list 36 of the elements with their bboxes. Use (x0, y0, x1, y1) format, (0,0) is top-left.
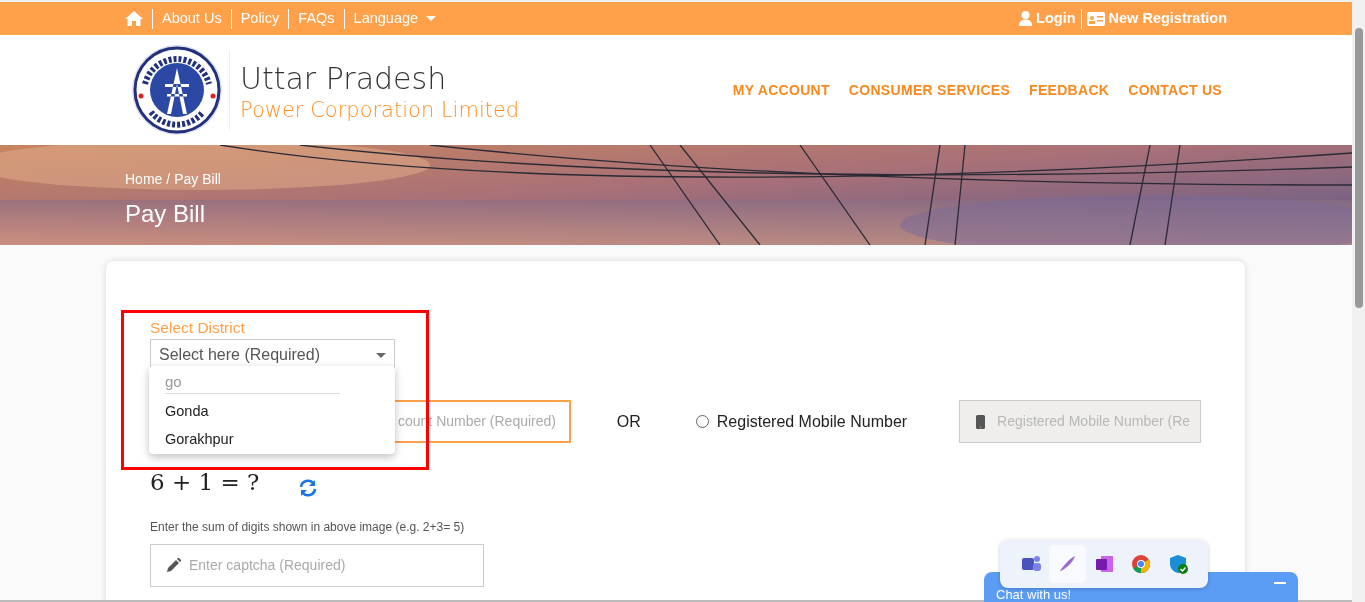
id-card-icon (1086, 11, 1105, 26)
scrollbar[interactable] (1352, 0, 1365, 602)
field-label: Select District (150, 318, 246, 338)
registration-link[interactable]: New Registration (1108, 7, 1227, 30)
nav-link[interactable]: Policy (240, 7, 280, 30)
breadcrumb-separator: / (166, 170, 171, 189)
captcha-image: 6 + 1 = ? (150, 468, 260, 498)
breadcrumb-link[interactable]: Home (125, 169, 163, 190)
caret-icon (376, 352, 386, 358)
main-nav-link[interactable]: FEEDBACK (1029, 79, 1110, 101)
pencil-icon (167, 558, 181, 573)
page-title: Pay Bill (125, 199, 207, 229)
main-nav-link[interactable]: MY ACCOUNT (732, 79, 830, 101)
mobile-radio-option[interactable]: Registered Mobile Number (695, 409, 908, 434)
dropdown-option[interactable]: Gorakhpur (165, 425, 379, 454)
login-link[interactable]: Login (1036, 7, 1076, 30)
breadcrumb-link[interactable]: Pay Bill (174, 169, 221, 190)
main-nav-link[interactable]: CONSUMER SERVICES (848, 79, 1011, 101)
chat-label[interactable]: Chat with us! (996, 588, 1072, 602)
site-subtitle: Power Corporation Limited (240, 96, 520, 124)
phone-icon (976, 414, 986, 429)
captcha-field[interactable]: Enter captcha (Required) (150, 543, 484, 587)
refresh-icon[interactable] (299, 478, 318, 497)
dropdown-search-field[interactable]: go (165, 370, 340, 394)
captcha-hint: Enter the sum of digits shown in above image (e.g. 2+3= 5) (150, 518, 466, 536)
or-text: OR (616, 411, 641, 432)
user-icon (1019, 11, 1033, 26)
nav-link[interactable]: FAQs (298, 7, 335, 30)
nav-link[interactable]: About Us (162, 7, 222, 30)
onenote-icon[interactable] (1093, 553, 1115, 575)
site-title: Uttar Pradesh (240, 61, 448, 95)
logo-icon[interactable] (131, 44, 223, 136)
chrome-icon[interactable] (1129, 553, 1152, 575)
main-nav-link[interactable]: CONTACT US (1128, 79, 1222, 101)
dropdown-option[interactable]: Gonda (165, 398, 379, 426)
language-dropdown[interactable]: Language (353, 7, 437, 30)
